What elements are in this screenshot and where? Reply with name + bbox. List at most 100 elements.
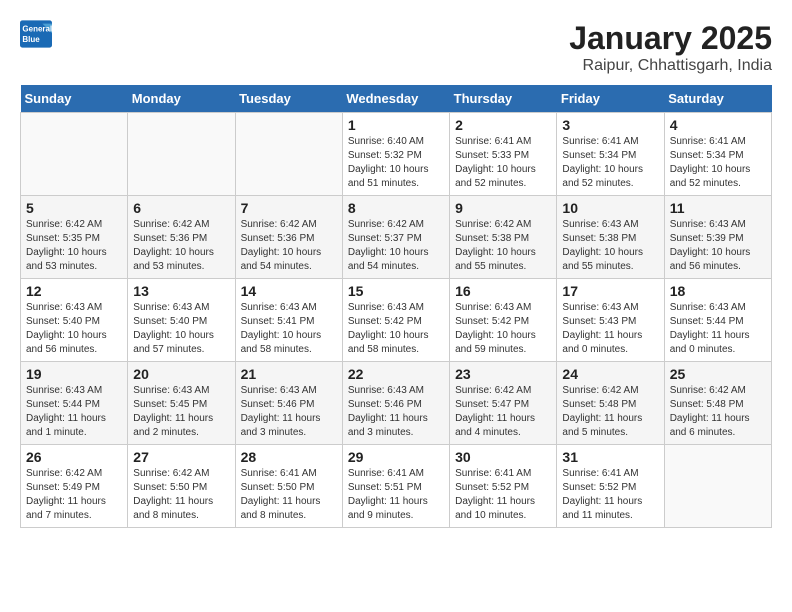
table-row (21, 113, 128, 196)
table-row: 5 Sunrise: 6:42 AM Sunset: 5:35 PM Daylig… (21, 196, 128, 279)
table-row: 16 Sunrise: 6:43 AM Sunset: 5:42 PM Dayli… (450, 279, 557, 362)
day-number: 23 (455, 366, 551, 382)
day-number: 7 (241, 200, 337, 216)
day-detail: Sunrise: 6:41 AM Sunset: 5:33 PM Dayligh… (455, 135, 551, 191)
day-detail: Sunrise: 6:41 AM Sunset: 5:50 PM Dayligh… (241, 467, 337, 523)
day-detail: Sunrise: 6:42 AM Sunset: 5:36 PM Dayligh… (241, 218, 337, 274)
day-number: 2 (455, 117, 551, 133)
table-row: 10 Sunrise: 6:43 AM Sunset: 5:38 PM Dayli… (557, 196, 664, 279)
table-row: 1 Sunrise: 6:40 AM Sunset: 5:32 PM Daylig… (342, 113, 449, 196)
table-row: 31 Sunrise: 6:41 AM Sunset: 5:52 PM Dayli… (557, 445, 664, 528)
table-row (664, 445, 771, 528)
day-number: 1 (348, 117, 444, 133)
day-detail: Sunrise: 6:41 AM Sunset: 5:34 PM Dayligh… (562, 135, 658, 191)
day-detail: Sunrise: 6:43 AM Sunset: 5:45 PM Dayligh… (133, 384, 229, 440)
table-row: 26Sunrise: 6:42 AM Sunset: 5:49 PM Dayli… (21, 445, 128, 528)
day-detail: Sunrise: 6:43 AM Sunset: 5:42 PM Dayligh… (348, 301, 444, 357)
table-row (128, 113, 235, 196)
day-number: 22 (348, 366, 444, 382)
day-number: 14 (241, 283, 337, 299)
table-row: 11Sunrise: 6:43 AM Sunset: 5:39 PM Dayli… (664, 196, 771, 279)
day-number: 27 (133, 449, 229, 465)
table-row: 22 Sunrise: 6:43 AM Sunset: 5:46 PM Dayli… (342, 362, 449, 445)
day-number: 17 (562, 283, 658, 299)
col-monday: Monday (128, 85, 235, 113)
day-detail: Sunrise: 6:43 AM Sunset: 5:41 PM Dayligh… (241, 301, 337, 357)
table-row: 3 Sunrise: 6:41 AM Sunset: 5:34 PM Daylig… (557, 113, 664, 196)
col-thursday: Thursday (450, 85, 557, 113)
day-number: 21 (241, 366, 337, 382)
day-number: 30 (455, 449, 551, 465)
day-number: 31 (562, 449, 658, 465)
table-row (235, 113, 342, 196)
day-number: 19 (26, 366, 122, 382)
table-row: 25 Sunrise: 6:42 AM Sunset: 5:48 PM Dayli… (664, 362, 771, 445)
calendar-subtitle: Raipur, Chhattisgarh, India (569, 57, 772, 75)
table-row: 20 Sunrise: 6:43 AM Sunset: 5:45 PM Dayli… (128, 362, 235, 445)
calendar-header-row: Sunday Monday Tuesday Wednesday Thursday… (21, 85, 772, 113)
day-number: 29 (348, 449, 444, 465)
table-row: 6 Sunrise: 6:42 AM Sunset: 5:36 PM Daylig… (128, 196, 235, 279)
svg-text:Blue: Blue (22, 35, 40, 44)
table-row: 17Sunrise: 6:43 AM Sunset: 5:43 PM Dayli… (557, 279, 664, 362)
day-detail: Sunrise: 6:43 AM Sunset: 5:39 PM Dayligh… (670, 218, 766, 274)
table-row: 2 Sunrise: 6:41 AM Sunset: 5:33 PM Daylig… (450, 113, 557, 196)
day-number: 18 (670, 283, 766, 299)
col-wednesday: Wednesday (342, 85, 449, 113)
table-row: 13 Sunrise: 6:43 AM Sunset: 5:40 PM Dayli… (128, 279, 235, 362)
calendar-week-row: 12 Sunrise: 6:43 AM Sunset: 5:40 PM Dayli… (21, 279, 772, 362)
day-number: 8 (348, 200, 444, 216)
day-detail: Sunrise: 6:43 AM Sunset: 5:40 PM Dayligh… (133, 301, 229, 357)
day-number: 9 (455, 200, 551, 216)
calendar-week-row: 26Sunrise: 6:42 AM Sunset: 5:49 PM Dayli… (21, 445, 772, 528)
day-number: 10 (562, 200, 658, 216)
calendar-week-row: 19 Sunrise: 6:43 AM Sunset: 5:44 PM Dayli… (21, 362, 772, 445)
day-number: 20 (133, 366, 229, 382)
day-detail: Sunrise: 6:42 AM Sunset: 5:35 PM Dayligh… (26, 218, 122, 274)
day-detail: Sunrise: 6:40 AM Sunset: 5:32 PM Dayligh… (348, 135, 444, 191)
table-row: 27 Sunrise: 6:42 AM Sunset: 5:50 PM Dayli… (128, 445, 235, 528)
day-detail: Sunrise: 6:43 AM Sunset: 5:42 PM Dayligh… (455, 301, 551, 357)
table-row: 23 Sunrise: 6:42 AM Sunset: 5:47 PM Dayli… (450, 362, 557, 445)
day-detail: Sunrise: 6:42 AM Sunset: 5:49 PM Dayligh… (26, 467, 122, 523)
day-number: 15 (348, 283, 444, 299)
day-detail: Sunrise: 6:43 AM Sunset: 5:46 PM Dayligh… (348, 384, 444, 440)
col-tuesday: Tuesday (235, 85, 342, 113)
table-row: 19 Sunrise: 6:43 AM Sunset: 5:44 PM Dayli… (21, 362, 128, 445)
day-detail: Sunrise: 6:43 AM Sunset: 5:38 PM Dayligh… (562, 218, 658, 274)
table-row: 4Sunrise: 6:41 AM Sunset: 5:34 PM Daylig… (664, 113, 771, 196)
calendar-title: January 2025 (569, 20, 772, 57)
day-number: 13 (133, 283, 229, 299)
calendar-week-row: 5 Sunrise: 6:42 AM Sunset: 5:35 PM Daylig… (21, 196, 772, 279)
logo-icon: General Blue (20, 20, 52, 48)
table-row: 30 Sunrise: 6:41 AM Sunset: 5:52 PM Dayli… (450, 445, 557, 528)
day-detail: Sunrise: 6:43 AM Sunset: 5:44 PM Dayligh… (26, 384, 122, 440)
day-detail: Sunrise: 6:41 AM Sunset: 5:52 PM Dayligh… (562, 467, 658, 523)
day-number: 4 (670, 117, 766, 133)
day-number: 6 (133, 200, 229, 216)
col-saturday: Saturday (664, 85, 771, 113)
table-row: 28Sunrise: 6:41 AM Sunset: 5:50 PM Dayli… (235, 445, 342, 528)
table-row: 24Sunrise: 6:42 AM Sunset: 5:48 PM Dayli… (557, 362, 664, 445)
day-number: 25 (670, 366, 766, 382)
table-row: 21 Sunrise: 6:43 AM Sunset: 5:46 PM Dayli… (235, 362, 342, 445)
day-detail: Sunrise: 6:42 AM Sunset: 5:50 PM Dayligh… (133, 467, 229, 523)
title-block: January 2025 Raipur, Chhattisgarh, India (569, 20, 772, 75)
table-row: 18Sunrise: 6:43 AM Sunset: 5:44 PM Dayli… (664, 279, 771, 362)
svg-text:General: General (22, 25, 52, 34)
day-detail: Sunrise: 6:42 AM Sunset: 5:36 PM Dayligh… (133, 218, 229, 274)
day-number: 5 (26, 200, 122, 216)
day-number: 16 (455, 283, 551, 299)
day-detail: Sunrise: 6:42 AM Sunset: 5:48 PM Dayligh… (670, 384, 766, 440)
day-number: 12 (26, 283, 122, 299)
day-detail: Sunrise: 6:43 AM Sunset: 5:46 PM Dayligh… (241, 384, 337, 440)
day-number: 3 (562, 117, 658, 133)
day-detail: Sunrise: 6:41 AM Sunset: 5:51 PM Dayligh… (348, 467, 444, 523)
day-number: 24 (562, 366, 658, 382)
day-detail: Sunrise: 6:41 AM Sunset: 5:52 PM Dayligh… (455, 467, 551, 523)
day-detail: Sunrise: 6:42 AM Sunset: 5:38 PM Dayligh… (455, 218, 551, 274)
day-detail: Sunrise: 6:42 AM Sunset: 5:47 PM Dayligh… (455, 384, 551, 440)
day-detail: Sunrise: 6:43 AM Sunset: 5:40 PM Dayligh… (26, 301, 122, 357)
table-row: 12 Sunrise: 6:43 AM Sunset: 5:40 PM Dayli… (21, 279, 128, 362)
col-sunday: Sunday (21, 85, 128, 113)
